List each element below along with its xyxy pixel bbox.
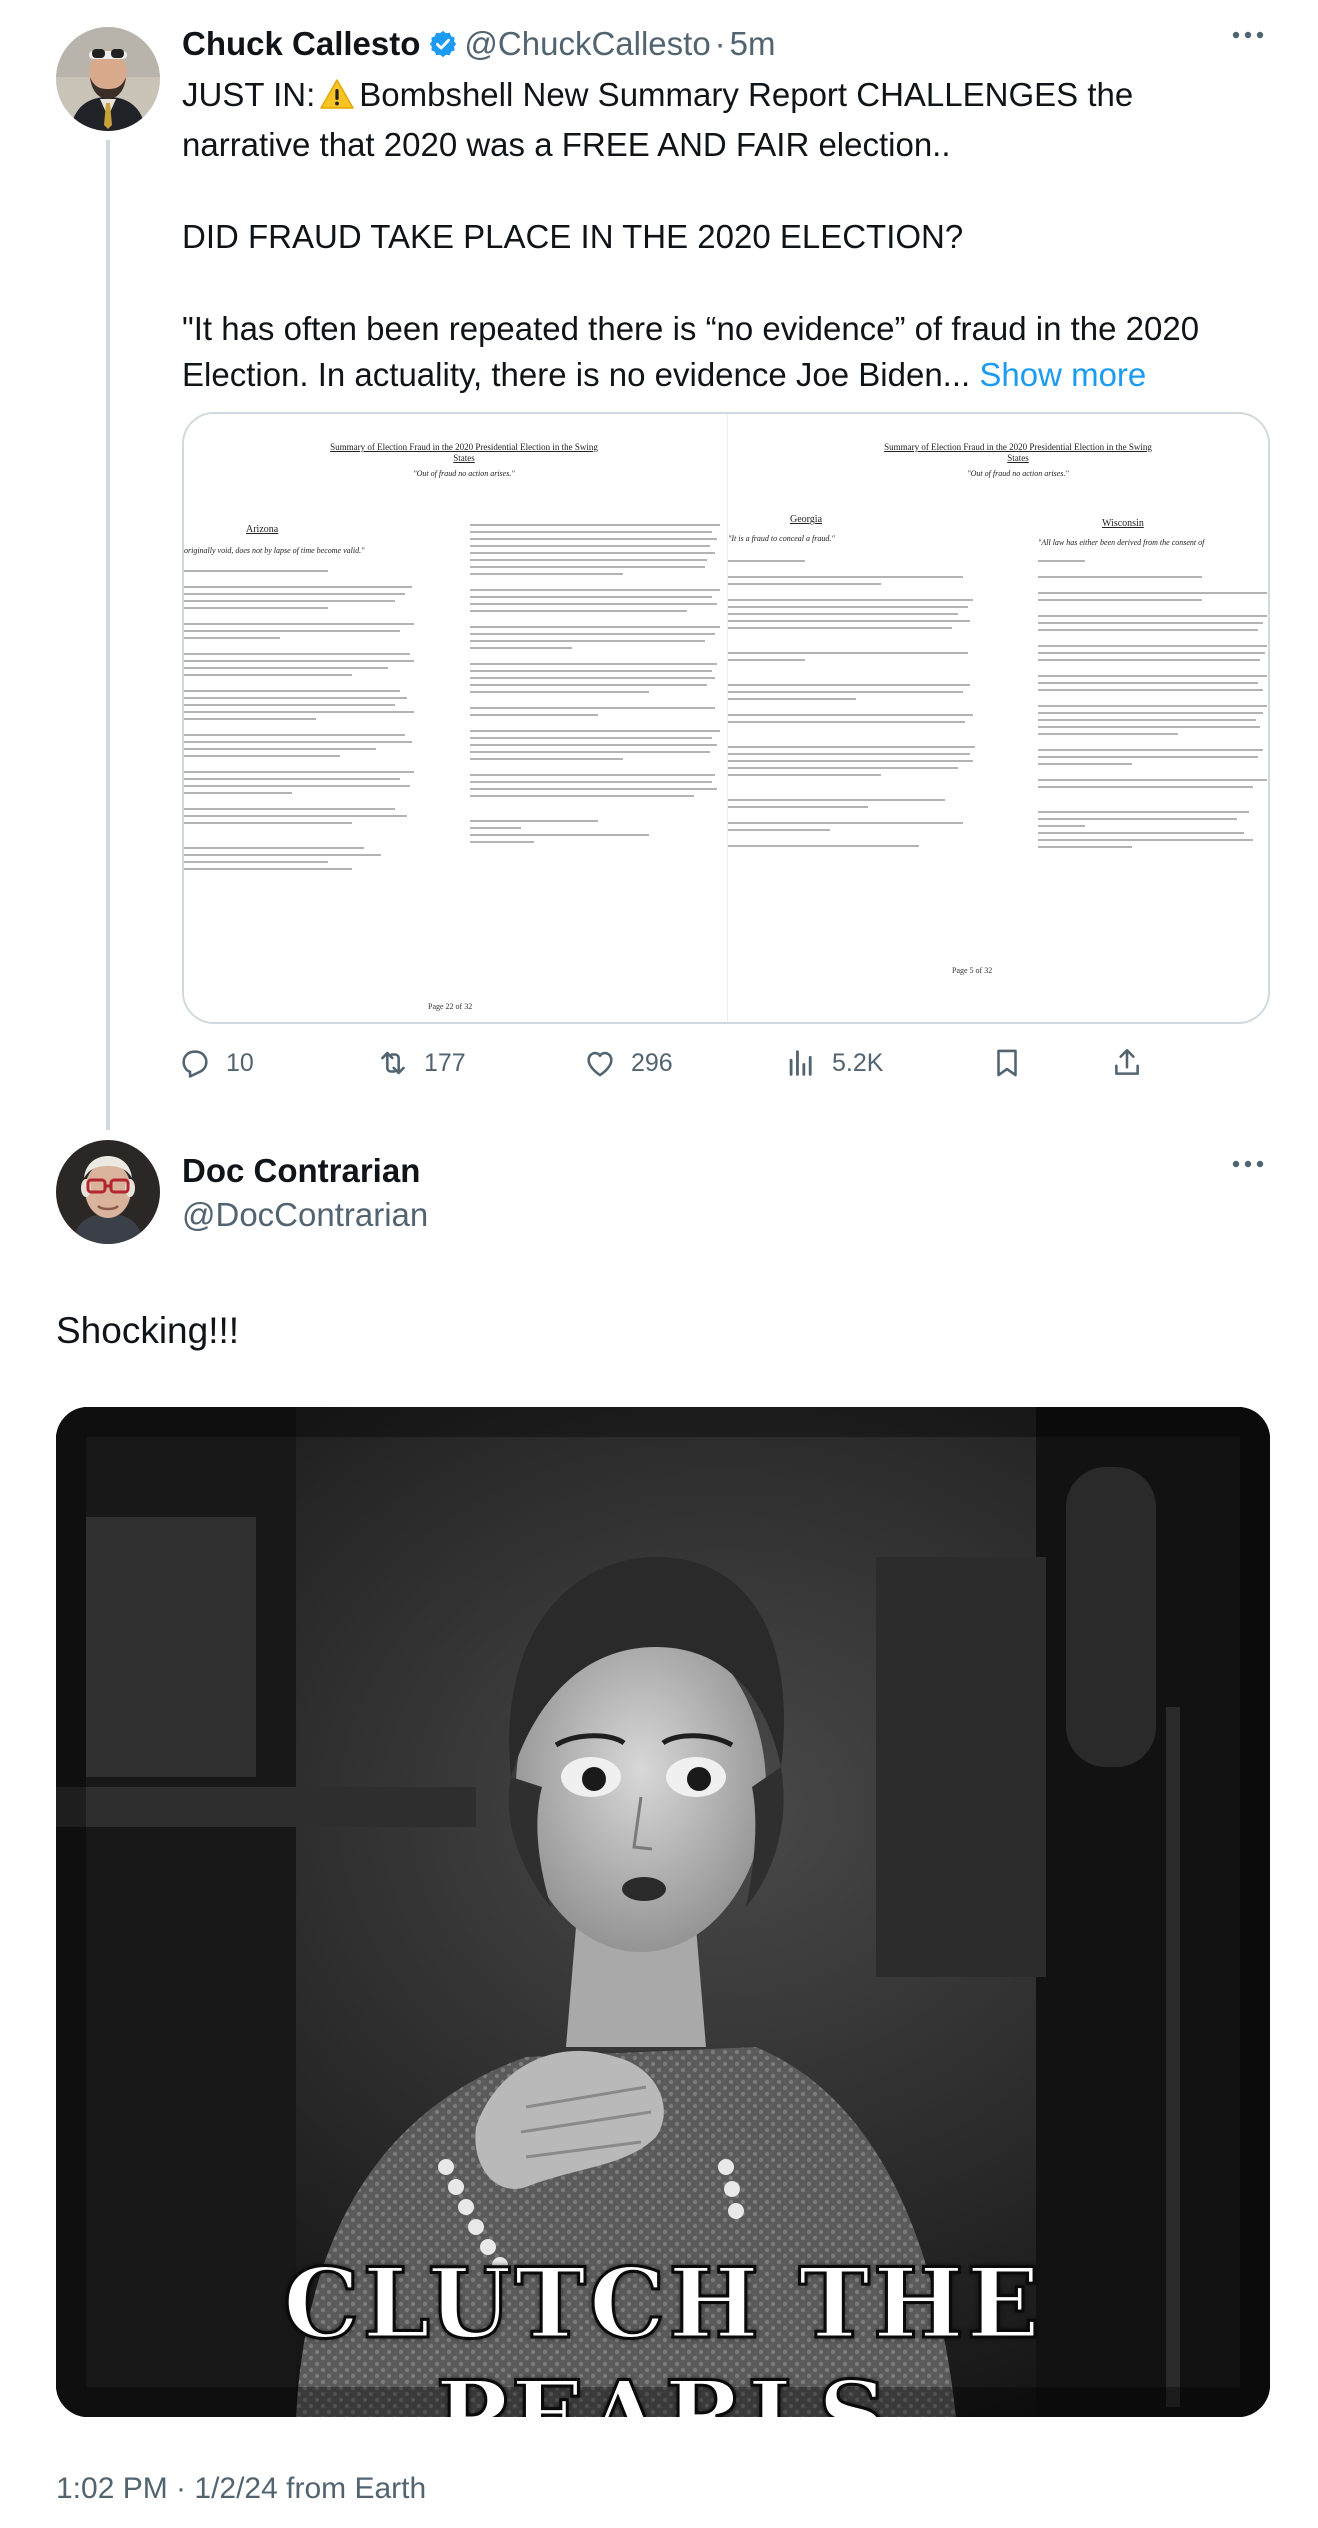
doc-page-number: Page 22 of 32 [428,1002,473,1011]
tweet-text-para3-line2: Election. In actuality, there is no evid… [182,356,971,393]
doc-right-column-text [470,524,725,848]
reply-author-handle[interactable]: @DocContrarian [182,1196,428,1234]
separator-dot: · [714,25,726,62]
bookmark-icon [997,1049,1017,1077]
doc-state-heading: Arizona [246,524,279,535]
show-more-link[interactable]: Show more [979,356,1146,393]
tweet-header: Chuck Callesto @ChuckCallesto · 5m [182,22,776,66]
doc-page-number: Page 5 of 32 [952,966,993,975]
tweet-action-bar: 10 177 296 5.2K [178,1042,1278,1084]
tweet-text-line1b: Bombshell New Summary Report CHALLENGES … [359,76,1134,113]
views-chart-icon [789,1050,812,1076]
share-button[interactable] [1110,1042,1158,1084]
doc-state-heading: Wisconsin [1102,518,1144,529]
doc-right-column-text [1038,560,1268,853]
tweet-time[interactable]: 5m [730,25,776,63]
reply-gif-image[interactable]: CLUTCH THE PEARLS [56,1407,1270,2417]
retweet-icon [381,1051,405,1075]
doc-title: Summary of Election Fraud in the 2020 Pr… [884,442,1152,463]
doc-quote: "It is a fraud to conceal a fraud." [728,534,835,543]
more-options-icon[interactable] [1230,1157,1266,1175]
document-page-left: Summary of Election Fraud in the 2020 Pr… [184,414,728,1022]
views-count: 5.2K [832,1048,884,1077]
doc-subtitle: "Out of fraud no action arises." [967,469,1069,478]
gif-caption: CLUTCH THE PEARLS [282,2246,1043,2418]
share-icon [1115,1048,1139,1075]
retweet-button[interactable]: 177 [376,1042,466,1084]
doc-title: Summary of Election Fraud in the 2020 Pr… [330,442,598,463]
author-handle[interactable]: @ChuckCallesto [464,25,710,63]
tweet-text-line2: narrative that 2020 was a FREE AND FAIR … [182,126,951,163]
avatar-photo-icon [56,27,160,131]
views-button[interactable]: 5.2K [784,1042,883,1084]
avatar-photo-icon [56,1140,160,1244]
verified-badge-icon [428,29,458,59]
tweet-text: JUST IN: Bombshell New Summary Report CHA… [182,72,1272,398]
tweet-text-para3-line1: "It has often been repeated there is “no… [182,310,1200,347]
chuck-callesto-avatar[interactable] [56,27,160,131]
more-options-icon[interactable] [1230,28,1266,46]
tweet-image-document[interactable]: Summary of Election Fraud in the 2020 Pr… [182,412,1270,1024]
doc-subtitle: "Out of fraud no action arises." [413,469,515,478]
reply-author-name[interactable]: Doc Contrarian [182,1152,420,1190]
reply-icon [182,1050,208,1078]
reply-button[interactable]: 10 [178,1042,254,1084]
reply-text: Shocking!!! [56,1310,240,1351]
doc-left-column-text [184,570,424,875]
doc-quote: originally void, does not by lapse of ti… [184,546,365,555]
doc-left-column-text [728,560,983,852]
tweet-text-para2: DID FRAUD TAKE PLACE IN THE 2020 ELECTIO… [182,218,964,255]
author-name[interactable]: Chuck Callesto [182,25,420,63]
doc-quote: "All law has either been derived from th… [1038,538,1205,547]
heart-icon [587,1051,613,1077]
thread-connector-line [106,140,110,1130]
doc-contrarian-avatar[interactable] [56,1140,160,1244]
reply-count: 10 [226,1048,254,1077]
retweet-count: 177 [424,1048,466,1077]
reply-timestamp[interactable]: 1:02 PM · 1/2/24 from Earth [56,2472,426,2506]
bookmark-button[interactable] [990,1042,1038,1084]
tweet-text-line1a: JUST IN: [182,76,316,113]
like-button[interactable]: 296 [583,1042,673,1084]
document-page-right: Summary of Election Fraud in the 2020 Pr… [728,414,1268,1022]
doc-state-heading: Georgia [790,514,823,525]
warning-icon [319,76,355,122]
like-count: 296 [631,1048,673,1077]
